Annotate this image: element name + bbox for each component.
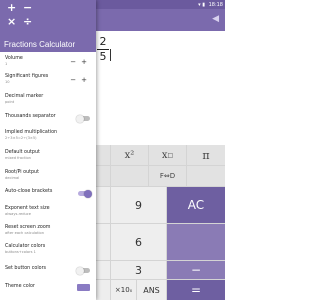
key-times-ten-base: ×10 [114,286,130,294]
app-logo-icon: + − × ÷ [4,2,44,36]
key-times-ten[interactable]: ×10 x [111,280,136,300]
signal-icon: ▾ ▮ [198,1,205,8]
setting-value: mixed fraction [5,156,31,160]
key-ac[interactable]: AC [167,187,225,223]
key-0-partial[interactable] [96,280,110,300]
text-cursor [110,49,111,61]
settings-drawer: + − × ÷ Fractions Calculator Volume 1 −+… [0,0,96,300]
volume-stepper[interactable]: −+ [70,58,92,66]
setting-root-pi-output[interactable]: Root/Pi output decimal [0,170,96,181]
theme-color-swatch[interactable] [77,284,90,291]
setting-value: decimal [5,176,20,180]
drawer-title: Fractions Calculator [4,40,76,49]
key-fraction-decimal[interactable]: F⇔D [149,166,186,186]
auto-close-brackets-toggle[interactable] [78,189,92,198]
key-minus[interactable]: − [167,261,225,279]
key-power-sup: □ [167,151,174,159]
setting-value: 2÷3×5=2÷(3×5) [5,136,37,140]
setting-value: always-reduce [5,212,31,216]
set-button-colors-toggle[interactable] [76,266,90,275]
setting-calculator-colors[interactable]: Calculator colors buttons+colors 1 [0,244,96,255]
increase-button[interactable]: + [81,76,92,84]
key-equals[interactable]: = [167,280,225,300]
denominator: 5 [99,50,107,63]
setting-set-button-colors[interactable]: Set button colors [0,266,96,275]
setting-value: after each calculation [5,231,44,235]
key-partial-2[interactable] [96,166,110,186]
toggle-knob [76,266,84,275]
backspace-icon[interactable]: ◀ [212,14,219,24]
setting-default-output[interactable]: Default output mixed fraction [0,150,96,161]
key-pi[interactable]: π [187,145,225,165]
key-9[interactable]: 9 [111,187,166,223]
setting-reset-screen-zoom[interactable]: Reset screen zoom after each calculation [0,225,96,236]
setting-volume[interactable]: Volume 1 −+ [0,56,96,67]
setting-value: point [5,100,15,104]
key-8-partial[interactable] [96,187,110,223]
setting-significant-figures[interactable]: Significant figures 10 −+ [0,74,96,85]
setting-theme-color[interactable]: Theme color [0,284,96,291]
key-op-blank[interactable] [167,224,225,260]
decrease-button[interactable]: − [70,76,81,84]
logo-divide: ÷ [23,15,33,28]
key-2-partial[interactable] [96,261,110,279]
toggle-knob [84,189,92,198]
key-blank-1[interactable] [111,166,148,186]
key-square[interactable]: x² [111,145,148,165]
increase-button[interactable]: + [81,58,92,66]
setting-value: buttons+colors 1 [5,250,36,254]
key-power[interactable]: x □ [149,145,186,165]
status-time: 18:18 [208,1,223,8]
setting-thousands-separator[interactable]: Thousands separator [0,114,96,123]
drawer-header: + − × ÷ Fractions Calculator [0,0,96,52]
decrease-button[interactable]: − [70,58,81,66]
key-5-partial[interactable] [96,224,110,260]
key-sqrt-partial[interactable] [96,145,110,165]
numerator: 2 [99,35,107,48]
key-6[interactable]: 6 [111,224,166,260]
logo-times: × [7,15,17,28]
setting-decimal-marker[interactable]: Decimal marker point [0,94,96,105]
key-blank-2[interactable] [187,166,225,186]
key-3[interactable]: 3 [111,261,166,279]
setting-exponent-text-size[interactable]: Exponent text size always-reduce [0,206,96,217]
logo-plus: + [7,1,17,14]
toggle-knob [76,114,84,123]
logo-minus: − [23,1,33,14]
setting-auto-close-brackets[interactable]: Auto-close brackets [0,189,96,198]
setting-implied-multiplication[interactable]: Implied multiplication 2÷3×5=2÷(3×5) [0,130,96,141]
significant-figures-stepper[interactable]: −+ [70,76,92,84]
key-ans[interactable]: ANS [137,280,166,300]
fraction-expression: 2 5 [97,36,109,63]
key-times-ten-sup: x [129,287,133,293]
thousands-separator-toggle[interactable] [76,114,90,123]
